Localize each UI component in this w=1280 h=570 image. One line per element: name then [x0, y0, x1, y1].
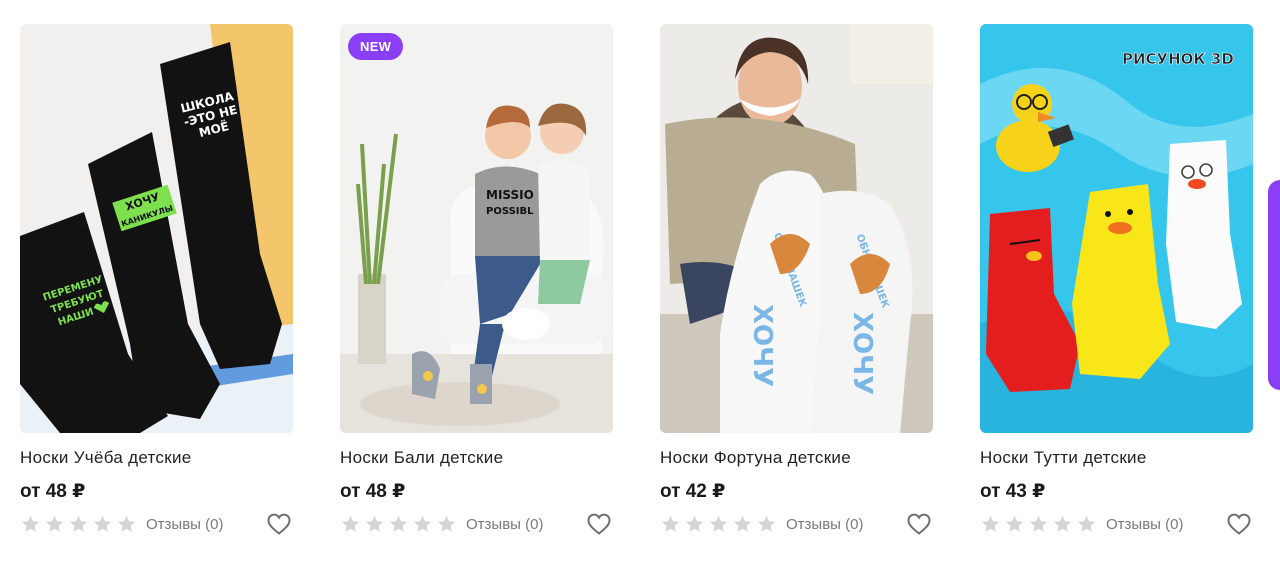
heart-icon[interactable] — [266, 512, 292, 536]
product-price: от 48 ₽ — [340, 481, 406, 502]
product-meta: Отзывы (0) — [20, 512, 293, 536]
reviews-link[interactable]: Отзывы (0) — [1106, 516, 1183, 533]
product-image[interactable]: РИСУНОК 3D — [980, 24, 1253, 433]
product-price: от 42 ₽ — [660, 481, 726, 502]
rating-stars[interactable] — [980, 514, 1097, 535]
new-badge: NEW — [348, 33, 404, 60]
star-icon — [92, 514, 113, 535]
star-icon — [684, 514, 705, 535]
svg-text:POSSIBL: POSSIBL — [486, 206, 534, 217]
product-card: ШКОЛА -ЭТО НЕ МОЁ ХОЧУ КАНИКУЛЫ ПЕРЕМЕНУ… — [20, 24, 293, 536]
rating-stars[interactable] — [20, 514, 137, 535]
woman-with-socks-photo: ХОЧУ ХОЧУ ОБНИМАШЕК ОБНИМАШЕК — [660, 24, 933, 433]
product-meta: Отзывы (0) — [340, 512, 613, 536]
duck-socks-illustration: РИСУНОК 3D — [980, 24, 1253, 433]
product-title[interactable]: Носки Фортуна детские — [660, 448, 933, 468]
side-panel-tab[interactable] — [1268, 180, 1280, 390]
heart-icon[interactable] — [906, 512, 932, 536]
product-image[interactable]: ХОЧУ ХОЧУ ОБНИМАШЕК ОБНИМАШЕК — [660, 24, 933, 433]
product-title[interactable]: Носки Тутти детские — [980, 448, 1253, 468]
rating-stars[interactable] — [660, 514, 777, 535]
star-icon — [364, 514, 385, 535]
star-icon — [708, 514, 729, 535]
star-icon — [68, 514, 89, 535]
product-title[interactable]: Носки Учёба детские — [20, 448, 293, 468]
star-icon — [1076, 514, 1097, 535]
product-price: от 48 ₽ — [20, 481, 86, 502]
svg-text:РИСУНОК 3D: РИСУНОК 3D — [1122, 50, 1234, 68]
reviews-link[interactable]: Отзывы (0) — [466, 516, 543, 533]
socks-school-illustration: ШКОЛА -ЭТО НЕ МОЁ ХОЧУ КАНИКУЛЫ ПЕРЕМЕНУ… — [20, 24, 293, 433]
product-image[interactable]: ШКОЛА -ЭТО НЕ МОЁ ХОЧУ КАНИКУЛЫ ПЕРЕМЕНУ… — [20, 24, 293, 433]
star-icon — [340, 514, 361, 535]
star-icon — [116, 514, 137, 535]
product-card: РИСУНОК 3D Носки Тутти детские от 43 ₽ О… — [980, 24, 1253, 536]
svg-text:ХОЧУ: ХОЧУ — [747, 304, 777, 387]
product-title[interactable]: Носки Бали детские — [340, 448, 613, 468]
product-card: ХОЧУ ХОЧУ ОБНИМАШЕК ОБНИМАШЕК Носки Форт… — [660, 24, 933, 536]
star-icon — [20, 514, 41, 535]
svg-text:MISSIO: MISSIO — [486, 188, 534, 202]
star-icon — [436, 514, 457, 535]
heart-icon[interactable] — [586, 512, 612, 536]
heart-icon[interactable] — [1226, 512, 1252, 536]
kids-on-armchair-photo: MISSIO POSSIBL — [340, 24, 613, 433]
star-icon — [412, 514, 433, 535]
star-icon — [1052, 514, 1073, 535]
star-icon — [388, 514, 409, 535]
star-icon — [44, 514, 65, 535]
product-grid: ШКОЛА -ЭТО НЕ МОЁ ХОЧУ КАНИКУЛЫ ПЕРЕМЕНУ… — [20, 24, 1253, 536]
product-image[interactable]: MISSIO POSSIBL NEW — [340, 24, 613, 433]
star-icon — [1004, 514, 1025, 535]
reviews-link[interactable]: Отзывы (0) — [146, 516, 223, 533]
product-price: от 43 ₽ — [980, 481, 1046, 502]
star-icon — [660, 514, 681, 535]
star-icon — [732, 514, 753, 535]
product-meta: Отзывы (0) — [660, 512, 933, 536]
product-meta: Отзывы (0) — [980, 512, 1253, 536]
svg-text:ХОЧУ: ХОЧУ — [847, 312, 877, 395]
star-icon — [756, 514, 777, 535]
rating-stars[interactable] — [340, 514, 457, 535]
star-icon — [980, 514, 1001, 535]
reviews-link[interactable]: Отзывы (0) — [786, 516, 863, 533]
product-card: MISSIO POSSIBL NEW Носки Бали детские от… — [340, 24, 613, 536]
star-icon — [1028, 514, 1049, 535]
